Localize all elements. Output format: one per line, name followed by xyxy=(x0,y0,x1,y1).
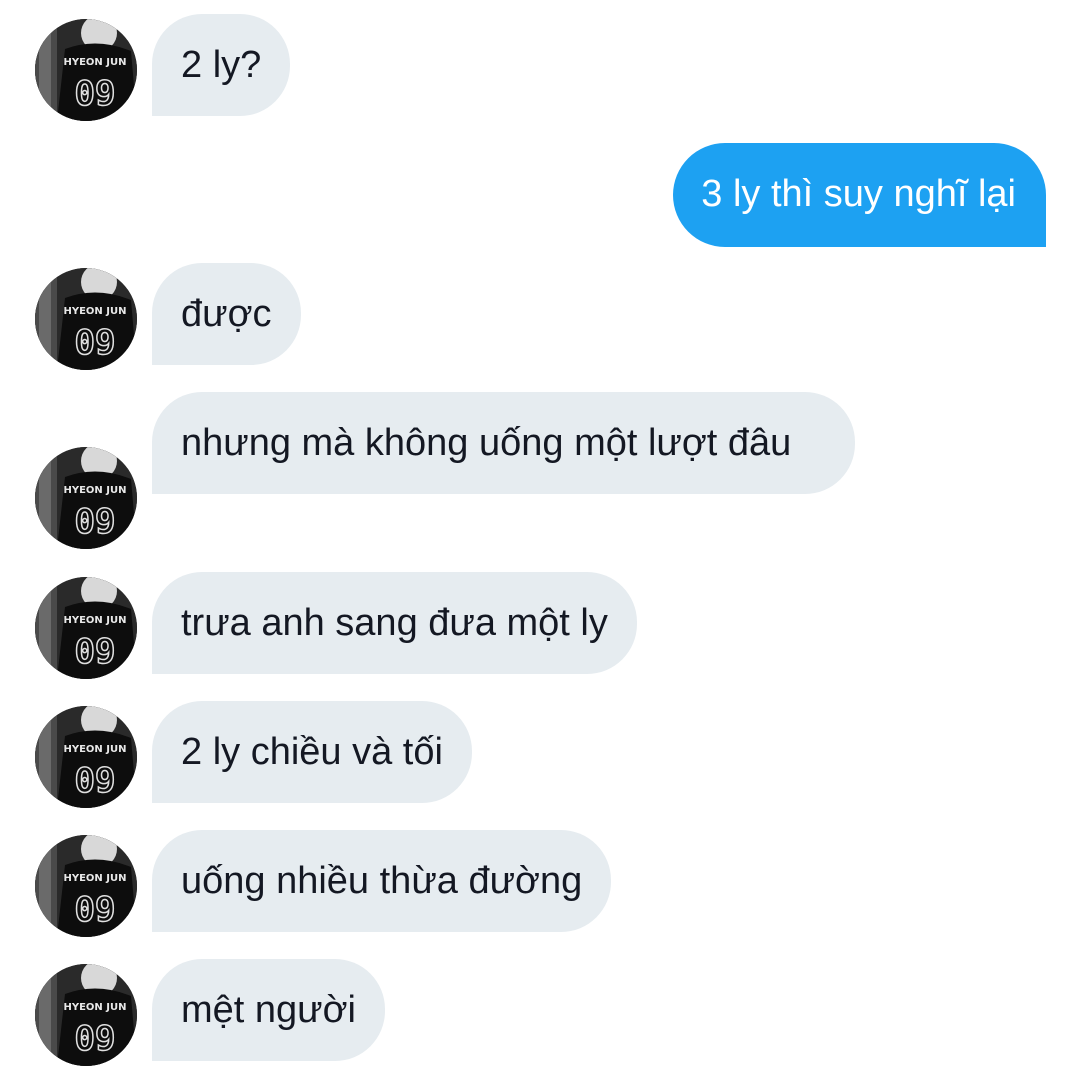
avatar-jersey-number: 09 xyxy=(75,74,116,114)
avatar-jersey-number: 09 xyxy=(75,323,116,363)
avatar-jersey-name: HYEON JUN xyxy=(63,306,126,317)
avatar-jersey-name: HYEON JUN xyxy=(63,57,126,68)
avatar-jersey-name: HYEON JUN xyxy=(63,744,126,755)
message-row-incoming: HYEON JUN 09 mệt người xyxy=(0,959,1080,1067)
outgoing-message-bubble[interactable]: 3 ly thì suy nghĩ lại xyxy=(673,143,1046,247)
message-text: nhưng mà không uống một lượt đâu xyxy=(181,422,792,464)
message-row-incoming: HYEON JUN 09 trưa anh sang đưa một ly xyxy=(0,572,1080,680)
avatar[interactable]: HYEON JUN 09 xyxy=(35,447,137,549)
incoming-message-bubble[interactable]: nhưng mà không uống một lượt đâu xyxy=(152,392,855,494)
message-text: 3 ly thì suy nghĩ lại xyxy=(701,173,1016,215)
message-text: uống nhiều thừa đường xyxy=(181,860,583,902)
avatar-image: HYEON JUN 09 xyxy=(35,706,137,808)
message-row-incoming: HYEON JUN 09 được xyxy=(0,263,1080,371)
incoming-message-bubble[interactable]: trưa anh sang đưa một ly xyxy=(152,572,637,674)
message-text: 2 ly? xyxy=(181,44,262,86)
message-row-incoming: HYEON JUN 09 uống nhiều thừa đường xyxy=(0,830,1080,938)
avatar[interactable]: HYEON JUN 09 xyxy=(35,706,137,808)
avatar-jersey-number: 09 xyxy=(75,632,116,672)
avatar[interactable]: HYEON JUN 09 xyxy=(35,964,137,1066)
incoming-message-bubble[interactable]: 2 ly chiều và tối xyxy=(152,701,472,803)
incoming-message-bubble[interactable]: uống nhiều thừa đường xyxy=(152,830,612,932)
avatar-jersey-number: 09 xyxy=(75,761,116,801)
avatar-jersey-name: HYEON JUN xyxy=(63,485,126,496)
message-text: được xyxy=(181,293,272,335)
avatar-image: HYEON JUN 09 xyxy=(35,447,137,549)
message-row-outgoing: 3 ly thì suy nghĩ lại xyxy=(0,143,1080,249)
incoming-message-bubble[interactable]: mệt người xyxy=(152,959,385,1061)
avatar-image: HYEON JUN 09 xyxy=(35,268,137,370)
incoming-message-bubble[interactable]: được xyxy=(152,263,301,365)
message-text: trưa anh sang đưa một ly xyxy=(181,602,608,644)
incoming-message-bubble[interactable]: 2 ly? xyxy=(152,14,291,116)
avatar-jersey-number: 09 xyxy=(75,1019,116,1059)
avatar-jersey-number: 09 xyxy=(75,890,116,930)
avatar[interactable]: HYEON JUN 09 xyxy=(35,19,137,121)
message-text: mệt người xyxy=(181,989,356,1031)
message-row-incoming: HYEON JUN 09 2 ly? xyxy=(0,14,1080,122)
message-text: 2 ly chiều và tối xyxy=(181,731,443,773)
avatar-jersey-name: HYEON JUN xyxy=(63,1002,126,1013)
avatar[interactable]: HYEON JUN 09 xyxy=(35,835,137,937)
avatar-image: HYEON JUN 09 xyxy=(35,19,137,121)
avatar-image: HYEON JUN 09 xyxy=(35,835,137,937)
message-row-incoming: HYEON JUN 09 nhưng mà không uống một lượ… xyxy=(0,392,1080,549)
avatar-jersey-name: HYEON JUN xyxy=(63,615,126,626)
avatar-image: HYEON JUN 09 xyxy=(35,577,137,679)
avatar-jersey-name: HYEON JUN xyxy=(63,873,126,884)
avatar[interactable]: HYEON JUN 09 xyxy=(35,577,137,679)
avatar-image: HYEON JUN 09 xyxy=(35,964,137,1066)
message-row-incoming: HYEON JUN 09 2 ly chiều và tối xyxy=(0,701,1080,809)
avatar[interactable]: HYEON JUN 09 xyxy=(35,268,137,370)
avatar-jersey-number: 09 xyxy=(75,502,116,542)
